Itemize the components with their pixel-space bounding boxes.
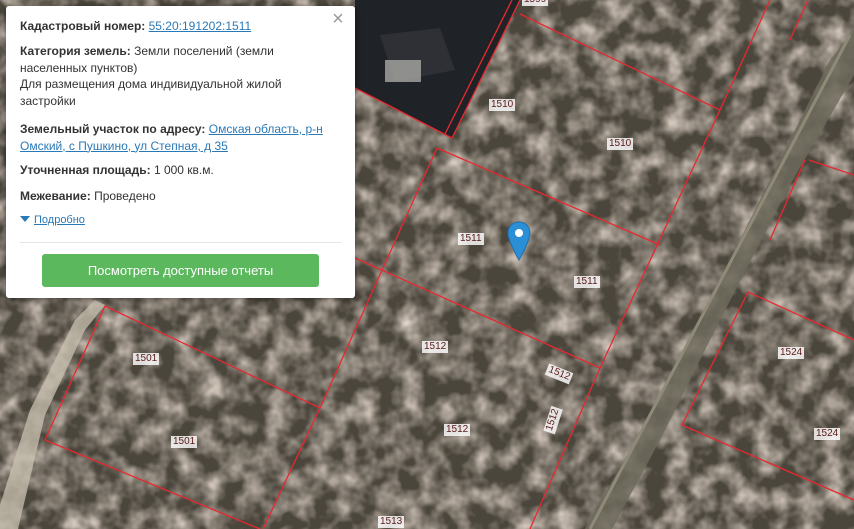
category-row: Категория земель: Земли поселений (земли…	[20, 43, 338, 109]
more-details-label: Подробно	[34, 214, 85, 226]
survey-value: Проведено	[94, 189, 156, 203]
cadastral-row: Кадастровый номер: 55:20:191202:1511	[20, 18, 338, 35]
parcel-label: 1524	[814, 428, 841, 440]
address-row: Земельный участок по адресу: Омская обла…	[20, 121, 338, 154]
parcel-label: 1511	[574, 276, 600, 288]
parcel-label: 1511	[458, 233, 484, 245]
category-label: Категория земель:	[20, 44, 131, 58]
address-label: Земельный участок по адресу:	[20, 122, 206, 136]
view-reports-button[interactable]: Посмотреть доступные отчеты	[42, 254, 319, 287]
survey-row: Межевание: Проведено	[20, 188, 338, 205]
area-label: Уточненная площадь:	[20, 163, 151, 177]
parcel-label: 1513	[378, 516, 405, 528]
parcel-label: 1510	[489, 99, 516, 111]
area-row: Уточненная площадь: 1 000 кв.м.	[20, 162, 338, 179]
more-details-toggle[interactable]: Подробно	[20, 214, 85, 226]
area-value: 1 000 кв.м.	[153, 163, 214, 177]
cadastral-label: Кадастровый номер:	[20, 19, 146, 33]
parcel-label: 1501	[133, 353, 160, 365]
building-shed	[385, 60, 421, 82]
parcel-label: 1524	[778, 347, 805, 359]
map-pin-icon[interactable]	[507, 221, 531, 261]
usage-value: Для размещения дома индивидуальной жилой…	[20, 77, 282, 108]
survey-label: Межевание:	[20, 189, 91, 203]
parcel-label: 1512	[422, 341, 449, 353]
parcel-label: 1512	[444, 424, 471, 436]
parcel-label: 1599	[522, 0, 549, 6]
caret-down-icon	[20, 216, 30, 222]
parcel-label: 1510	[607, 138, 634, 150]
parcel-info-popup: × Кадастровый номер: 55:20:191202:1511 К…	[6, 6, 355, 298]
divider	[20, 242, 341, 243]
cadastral-number-link[interactable]: 55:20:191202:1511	[149, 19, 252, 33]
parcel-label: 1501	[171, 436, 198, 448]
